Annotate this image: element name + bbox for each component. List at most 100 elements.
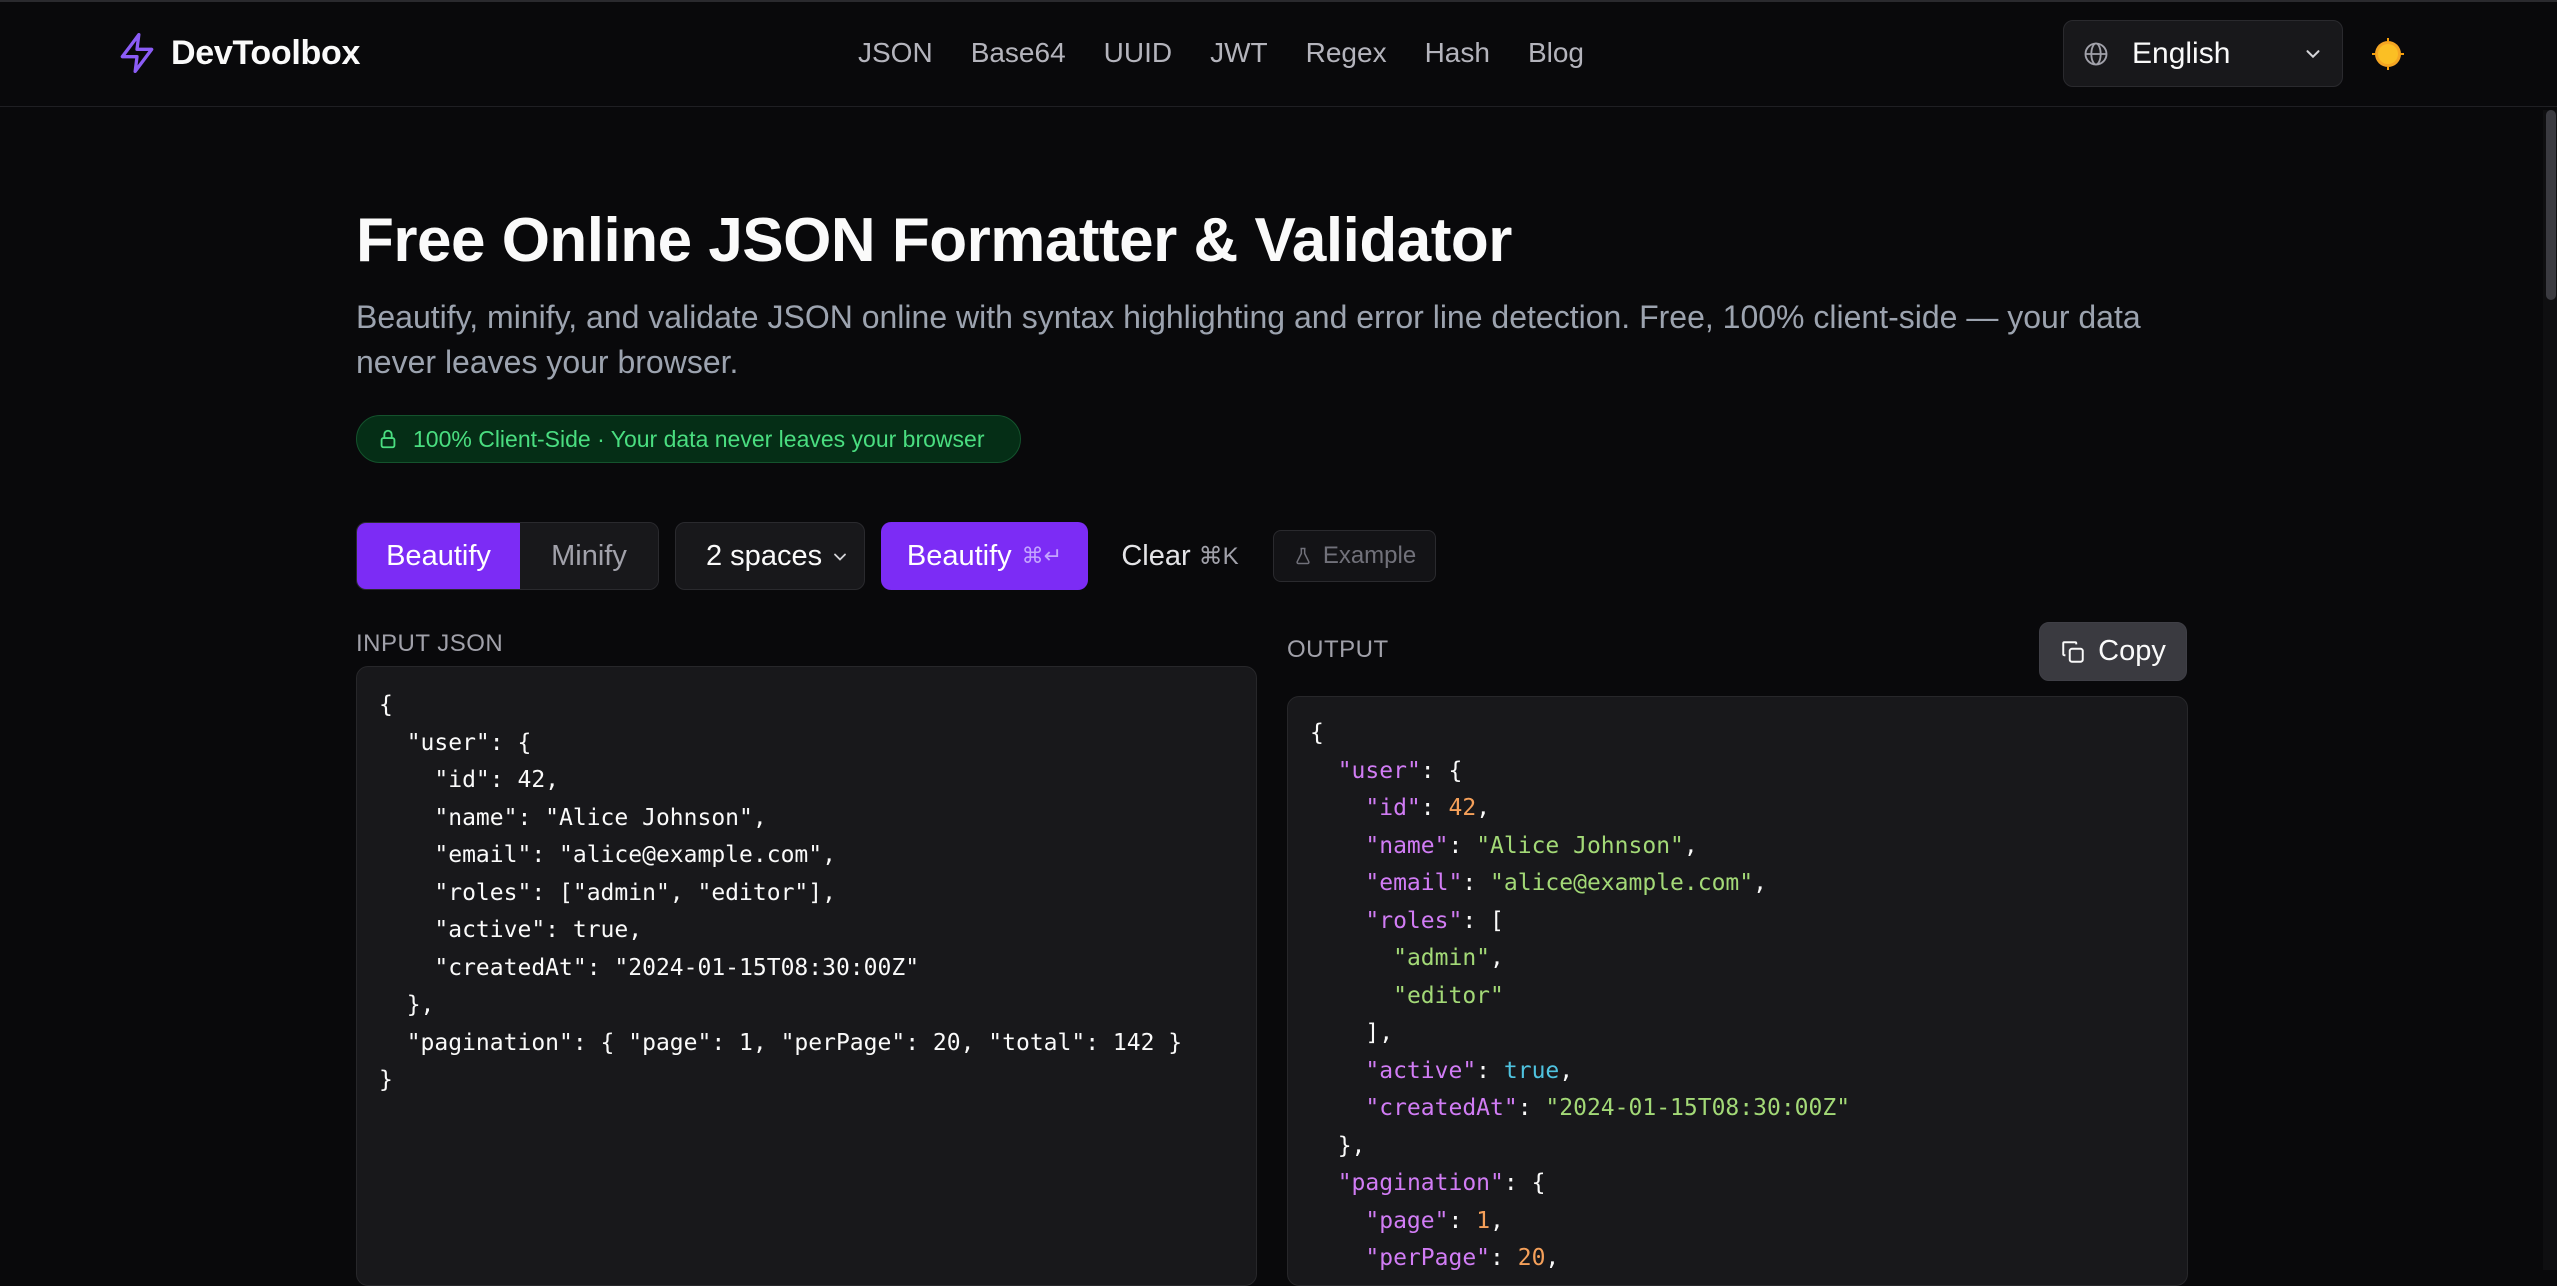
json-token-str: "2024-01-15T08:30:00Z" <box>1545 1095 1851 1121</box>
json-token-punc: : { <box>1503 1170 1546 1196</box>
json-token-key: "email" <box>1365 870 1463 896</box>
input-json-editor[interactable]: { "user": { "id": 42, "name": "Alice Joh… <box>356 666 1257 1286</box>
input-code-line: } <box>379 1067 393 1093</box>
output-code-line: "user": { <box>1310 753 1850 791</box>
json-token-punc: , <box>1490 945 1504 971</box>
input-code-line: { <box>379 692 393 718</box>
json-token-punc: : [ <box>1462 907 1504 934</box>
output-code-line: "admin", <box>1310 940 1850 978</box>
mode-beautify-button[interactable]: Beautify <box>357 523 520 589</box>
beautify-run-label: Beautify <box>906 539 1012 572</box>
json-token-punc <box>1310 983 1393 1009</box>
nav-link-base64[interactable]: Base64 <box>971 37 1066 69</box>
json-token-punc: , <box>1683 832 1698 859</box>
input-code-line: "id": 42, <box>379 767 560 793</box>
language-select[interactable]: English <box>2063 20 2343 87</box>
json-token-punc: : <box>1476 1057 1504 1084</box>
json-token-punc: , <box>1490 1207 1504 1234</box>
example-label: Example <box>1322 542 1417 569</box>
json-token-key: "perPage" <box>1365 1245 1491 1271</box>
json-token-num: 1 <box>1476 1207 1491 1234</box>
output-code-line: "createdAt": "2024-01-15T08:30:00Z" <box>1310 1090 1850 1128</box>
output-code-line: "name": "Alice Johnson", <box>1310 828 1850 866</box>
output-code-line: "id": 42, <box>1310 790 1850 828</box>
json-token-punc <box>1310 1058 1365 1084</box>
language-selected-value: English <box>2132 36 2231 70</box>
copy-button[interactable]: Copy <box>2039 622 2187 681</box>
json-token-num: 20 <box>1517 1245 1546 1271</box>
json-token-punc: { <box>1310 720 1324 746</box>
lock-icon <box>380 429 396 449</box>
output-code-line: "pagination": { <box>1310 1165 1850 1203</box>
nav-link-uuid[interactable]: UUID <box>1104 37 1172 69</box>
clear-shortcut-hint: ⌘K <box>1198 542 1239 570</box>
json-token-punc: : <box>1420 795 1449 821</box>
json-token-key: "page" <box>1365 1207 1449 1234</box>
json-token-punc: : <box>1462 870 1491 896</box>
json-token-str: "alice@example.com" <box>1490 870 1754 896</box>
indent-select[interactable]: 2 spaces <box>675 522 865 590</box>
output-code-line: "active": true, <box>1310 1053 1850 1091</box>
output-code-line: ], <box>1310 1015 1850 1053</box>
chevron-down-icon <box>2306 50 2320 59</box>
json-token-punc: : <box>1517 1095 1546 1121</box>
json-token-key: "id" <box>1365 795 1421 821</box>
input-code-line: }, <box>379 992 435 1018</box>
beautify-run-button[interactable]: Beautify ⌘↵ <box>881 522 1088 590</box>
output-code-line: { <box>1310 715 1850 753</box>
json-token-punc: : <box>1490 1245 1518 1271</box>
clear-button[interactable]: Clear ⌘K <box>1110 522 1250 590</box>
json-token-punc <box>1310 1095 1365 1121</box>
json-token-punc <box>1310 1208 1365 1234</box>
example-button[interactable]: Example <box>1273 530 1436 582</box>
json-token-punc: , <box>1476 795 1491 821</box>
output-code-line: "email": "alice@example.com", <box>1310 865 1850 903</box>
brand-logo-link[interactable]: DevToolbox <box>115 30 360 76</box>
copy-label: Copy <box>2098 635 2166 667</box>
chevron-down-icon <box>834 553 846 561</box>
json-token-punc <box>1310 908 1365 934</box>
json-token-str: "admin" <box>1393 945 1491 971</box>
json-token-punc <box>1310 1170 1338 1196</box>
json-token-punc <box>1310 795 1365 821</box>
json-token-punc: ], <box>1310 1020 1394 1046</box>
nav-link-hash[interactable]: Hash <box>1425 37 1490 69</box>
input-code-line: "roles": ["admin", "editor"], <box>379 879 836 906</box>
nav-link-jwt[interactable]: JWT <box>1210 37 1268 69</box>
json-token-bool: true <box>1503 1057 1560 1084</box>
json-token-key: "name" <box>1365 832 1449 859</box>
page-scrollbar-thumb[interactable] <box>2546 110 2556 300</box>
nav-link-json[interactable]: JSON <box>858 37 933 69</box>
copy-icon <box>2062 640 2084 663</box>
output-label: OUTPUT <box>1287 636 1389 663</box>
page-subtitle: Beautify, minify, and validate JSON onli… <box>356 299 2141 380</box>
json-token-punc <box>1310 870 1365 896</box>
globe-icon <box>2084 42 2108 65</box>
brand-name: DevToolbox <box>171 33 361 72</box>
json-token-str: "Alice Johnson" <box>1476 832 1684 859</box>
json-token-key: "createdAt" <box>1365 1095 1518 1121</box>
beautify-shortcut-hint: ⌘↵ <box>1021 543 1063 568</box>
flask-icon <box>1296 547 1310 565</box>
input-code-line: "user": { <box>379 729 532 756</box>
nav-link-regex[interactable]: Regex <box>1306 37 1387 69</box>
mode-toggle-group: Beautify Minify <box>356 522 659 590</box>
json-token-punc: , <box>1545 1245 1560 1271</box>
input-json-label: INPUT JSON <box>356 630 504 657</box>
nav-link-blog[interactable]: Blog <box>1528 37 1584 69</box>
json-token-key: "user" <box>1337 757 1421 784</box>
input-code-line: "email": "alice@example.com", <box>379 842 836 868</box>
output-code-line: "page": 1, <box>1310 1203 1850 1241</box>
output-json-viewer: { "user": { "id": 42, "name": "Alice Joh… <box>1287 696 2188 1286</box>
clear-label: Clear <box>1121 539 1191 572</box>
json-token-key: "pagination" <box>1337 1170 1504 1196</box>
json-token-punc: : { <box>1420 757 1463 784</box>
output-code-line: }, <box>1310 1128 1850 1166</box>
json-token-punc: }, <box>1310 1132 1366 1159</box>
input-code-line: "pagination": { "page": 1, "perPage": 20… <box>379 1029 1183 1056</box>
output-code-line: "roles": [ <box>1310 903 1850 941</box>
input-json-code: { "user": { "id": 42, "name": "Alice Joh… <box>379 687 1182 1100</box>
json-token-num: 42 <box>1448 795 1477 821</box>
mode-minify-button[interactable]: Minify <box>520 523 658 589</box>
theme-toggle-button[interactable] <box>2370 36 2406 72</box>
